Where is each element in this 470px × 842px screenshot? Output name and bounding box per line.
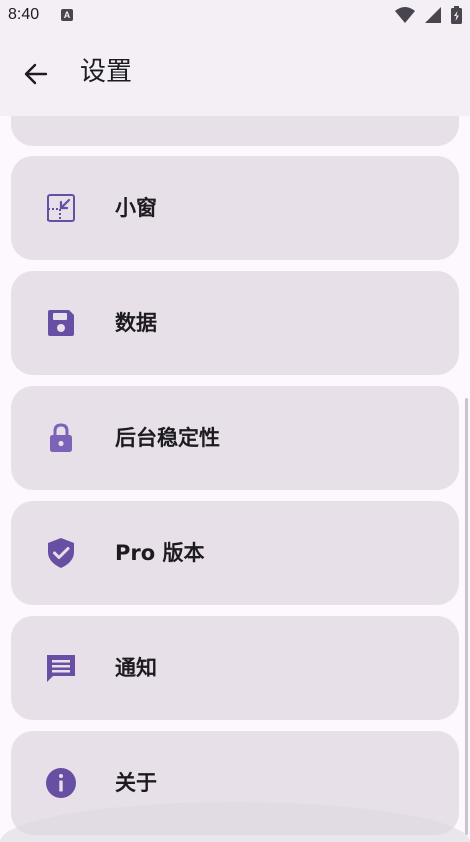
- floppy-disk-icon: [48, 310, 74, 336]
- settings-item-notifications[interactable]: 通知: [11, 616, 459, 720]
- settings-item-label: 数据: [115, 311, 157, 335]
- wifi-icon: [394, 7, 415, 23]
- settings-item-pro-version[interactable]: Pro 版本: [11, 501, 459, 605]
- settings-item-label: 后台稳定性: [115, 426, 220, 450]
- arrow-left-icon[interactable]: [20, 58, 52, 90]
- app-bar: 设置: [0, 32, 470, 116]
- status-time: 8:40: [8, 6, 40, 23]
- settings-item-background-stability[interactable]: 后台稳定性: [11, 386, 459, 490]
- settings-item-label: 小窗: [115, 196, 157, 220]
- lock-icon: [50, 423, 72, 452]
- status-bar: 8:40 A: [0, 0, 470, 32]
- battery-icon: [451, 6, 462, 24]
- picture-in-picture-icon: [47, 194, 75, 222]
- scrollbar[interactable]: [465, 398, 468, 835]
- status-icons: [391, 6, 462, 24]
- signal-icon: [424, 7, 441, 23]
- settings-item-data[interactable]: 数据: [11, 271, 459, 375]
- shield-check-icon: [48, 538, 74, 568]
- info-icon: [46, 768, 76, 798]
- settings-item-small-window[interactable]: 小窗: [11, 156, 459, 260]
- settings-item-label: Pro 版本: [115, 541, 205, 565]
- settings-item-label: 通知: [115, 656, 157, 680]
- settings-list[interactable]: 小窗 数据 后台稳定性 Pro 版本 通知 关于: [0, 116, 470, 835]
- message-icon: [47, 655, 75, 682]
- page-title: 设置: [80, 57, 133, 87]
- settings-card-partial[interactable]: [11, 116, 459, 146]
- notification-app-icon: A: [61, 9, 73, 21]
- settings-item-label: 关于: [115, 771, 157, 795]
